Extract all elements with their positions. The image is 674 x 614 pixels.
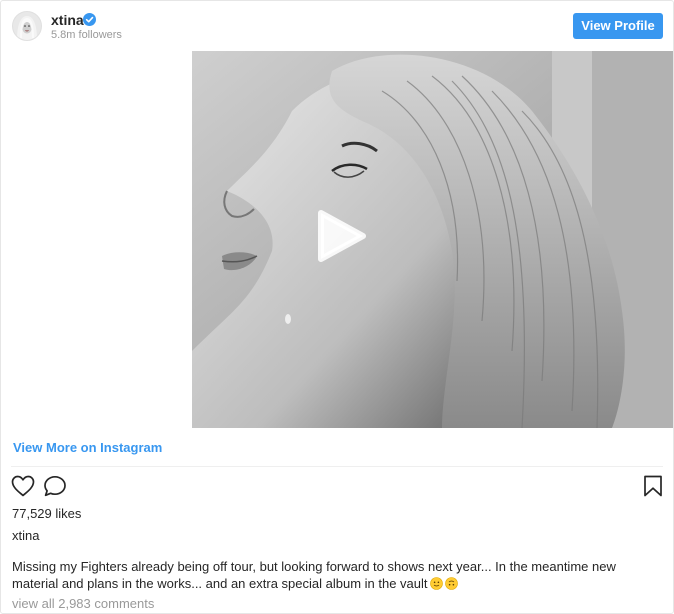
view-profile-button[interactable]: View Profile: [573, 13, 663, 39]
divider: [11, 466, 663, 467]
bookmark-icon[interactable]: [643, 475, 663, 502]
avatar[interactable]: [12, 11, 42, 41]
video-thumbnail[interactable]: [192, 51, 673, 428]
post-caption: Missing my Fighters already being off to…: [12, 558, 662, 592]
comment-bubble-icon[interactable]: [43, 475, 67, 502]
caption-text: Missing my Fighters already being off to…: [12, 559, 616, 591]
caption-username[interactable]: xtina: [12, 528, 39, 543]
upside-down-face-emoji: [444, 577, 458, 590]
view-all-comments-link[interactable]: view all 2,983 comments: [12, 596, 154, 611]
username[interactable]: xtina: [51, 12, 84, 28]
heart-icon[interactable]: [11, 475, 35, 502]
view-more-on-instagram-link[interactable]: View More on Instagram: [13, 440, 162, 455]
follower-count: 5.8m followers: [51, 29, 122, 41]
post-media[interactable]: [1, 51, 673, 428]
verified-badge-icon: [83, 13, 96, 26]
instagram-embed-card: xtina 5.8m followers View Profile View M…: [0, 0, 674, 614]
like-count: 77,529 likes: [12, 506, 82, 521]
slightly-smiling-face-emoji: [429, 577, 443, 590]
post-header: xtina 5.8m followers View Profile: [1, 1, 673, 51]
play-icon[interactable]: [311, 207, 369, 265]
